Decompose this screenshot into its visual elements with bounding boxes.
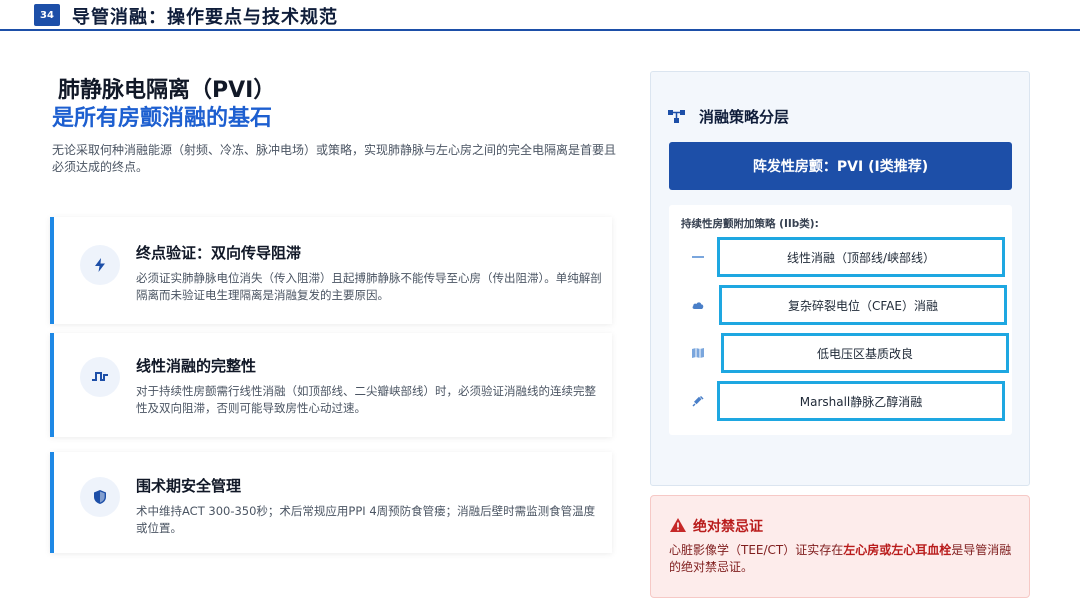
contraindication-title: 绝对禁忌证 [693,519,763,535]
card-title: 围术期安全管理 [136,477,242,495]
strategy-item-cfae: 复杂碎裂电位（CFAE）消融 [719,285,1007,325]
strategy-panel: 消融策略分层 阵发性房颤：PVI (I类推荐) 持续性房颤附加策略 (IIb类)… [650,71,1030,486]
contraindication-box: 绝对禁忌证 心脏影像学（TEE/CT）证实存在左心房或左心耳血栓是导管消融的绝对… [650,495,1030,598]
card-description: 对于持续性房颤需行线性消融（如顶部线、二尖瓣峡部线）时，必须验证消融线的连续完整… [136,384,596,415]
contraindication-text: 心脏影像学（TEE/CT）证实存在左心房或左心耳血栓是导管消融的绝对禁忌证。 [669,542,1019,576]
minus-icon [691,250,705,264]
primary-strategy-box: 阵发性房颤：PVI (I类推荐) [669,142,1012,190]
strategy-item-marshall: Marshall静脉乙醇消融 [717,381,1005,421]
card-description: 术中维持ACT 300-350秒；术后常规应用PPI 4周预防食管瘘；消融后壁时… [136,504,596,535]
sub-strategy-label: 持续性房颤附加策略 (IIb类): [681,218,819,230]
slide-header: 34 导管消融：操作要点与技术规范 [0,0,1080,31]
lightning-icon [80,245,120,285]
card-linear-ablation: 线性消融的完整性 对于持续性房颤需行线性消融（如顶部线、二尖瓣峡部线）时，必须验… [50,333,612,437]
intro-paragraph: 无论采取何种消融能源（射频、冷冻、脉冲电场）或策略，实现肺静脉与左心房之间的完全… [52,143,617,174]
cloud-icon [691,298,705,312]
slide-title: 导管消融：操作要点与技术规范 [72,7,338,28]
syringe-icon [691,394,705,408]
page-number-badge: 34 [34,4,60,26]
warning-text-part: 心脏影像学（TEE/CT）证实存在 [669,543,844,557]
panel-title: 消融策略分层 [699,108,790,126]
strategy-item-linear: 线性消融（顶部线/峡部线） [717,237,1005,277]
hierarchy-icon [667,108,687,124]
card-description: 必须证实肺静脉电位消失（传入阻滞）且起搏肺静脉不能传导至心房（传出阻滞）。单纯解… [136,271,602,302]
main-heading-line2: 是所有房颤消融的基石 [52,106,273,131]
header-divider [0,29,1080,31]
strategy-item-substrate: 低电压区基质改良 [721,333,1009,373]
shield-icon [80,477,120,517]
persistent-af-strategies: 持续性房颤附加策略 (IIb类): 线性消融（顶部线/峡部线） 复杂碎裂电位（C… [669,205,1012,435]
pulse-wave-icon [80,357,120,397]
warning-triangle-icon [669,517,687,533]
card-endpoint-verification: 终点验证：双向传导阻滞 必须证实肺静脉电位消失（传入阻滞）且起搏肺静脉不能传导至… [50,217,612,324]
card-title: 线性消融的完整性 [136,357,257,375]
map-icon [691,346,705,360]
warning-text-emphasis: 左心房或左心耳血栓 [843,543,952,557]
card-title: 终点验证：双向传导阻滞 [136,244,302,262]
card-periprocedural-safety: 围术期安全管理 术中维持ACT 300-350秒；术后常规应用PPI 4周预防食… [50,452,612,553]
